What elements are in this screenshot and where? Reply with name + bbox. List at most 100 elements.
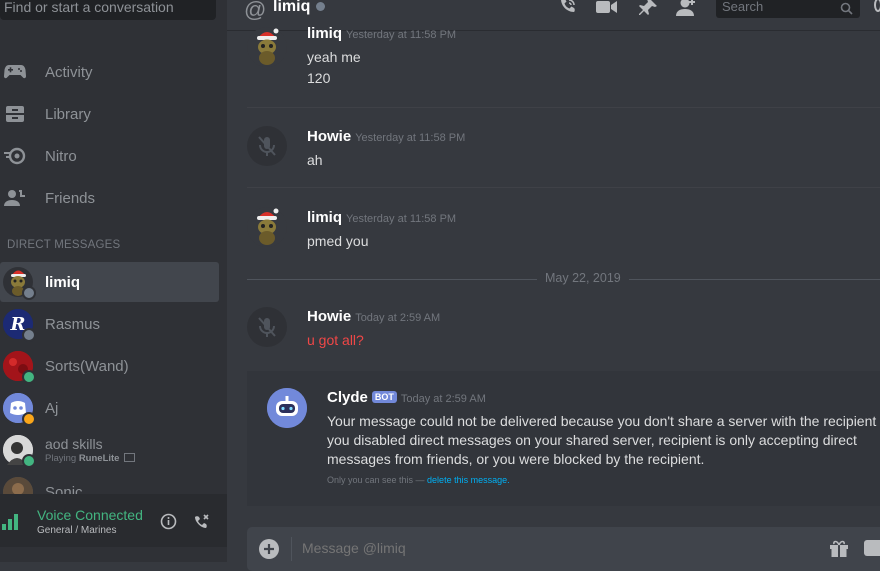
delete-message-link[interactable]: delete this message. bbox=[427, 475, 510, 485]
online-status-icon bbox=[22, 454, 36, 468]
composer-divider bbox=[291, 537, 292, 561]
idle-status-icon bbox=[22, 412, 36, 426]
clyde-system-message: Clyde BOT Today at 2:59 AM Your message co… bbox=[247, 371, 880, 506]
date-separator: May 22, 2019 bbox=[247, 271, 880, 285]
message-divider bbox=[247, 107, 880, 108]
dm-name: Aj bbox=[45, 399, 59, 417]
voice-status-title: Voice Connected bbox=[37, 507, 143, 523]
disconnect-call-icon[interactable] bbox=[192, 513, 210, 536]
message-header: Howie Yesterday at 11:58 PM bbox=[307, 128, 465, 146]
avatar bbox=[3, 351, 36, 384]
avatar[interactable] bbox=[247, 307, 287, 347]
dm-text: aod skills Playing RuneLite bbox=[45, 436, 136, 464]
message-text: yeah me bbox=[307, 49, 361, 65]
message-header: limiq Yesterday at 11:58 PM bbox=[307, 209, 456, 227]
search-icon bbox=[840, 0, 853, 24]
nav-item-nitro[interactable]: Nitro bbox=[0, 137, 219, 175]
dm-activity: Playing RuneLite bbox=[45, 453, 136, 464]
gift-icon[interactable] bbox=[829, 538, 849, 563]
online-status-icon bbox=[22, 370, 36, 384]
avatar bbox=[3, 435, 36, 468]
avatar bbox=[3, 267, 36, 300]
date-separator-label: May 22, 2019 bbox=[537, 271, 629, 285]
message-author[interactable]: limiq bbox=[307, 209, 342, 226]
nav-label: Nitro bbox=[45, 147, 77, 165]
rich-presence-icon bbox=[124, 453, 136, 462]
dm-item-sorts-wand[interactable]: Sorts(Wand) bbox=[0, 346, 219, 386]
message-text: ah bbox=[307, 152, 323, 168]
activity-game: RuneLite bbox=[78, 453, 120, 464]
message-timestamp: Today at 2:59 AM bbox=[355, 312, 441, 324]
avatar[interactable] bbox=[247, 27, 287, 67]
message-search-input[interactable]: Search bbox=[716, 0, 860, 18]
voice-channel-path: General / Marines bbox=[37, 525, 117, 536]
add-friend-icon[interactable] bbox=[675, 0, 697, 18]
message-composer bbox=[247, 527, 880, 571]
nav-item-friends[interactable]: Friends bbox=[0, 179, 219, 217]
message-timestamp: Yesterday at 11:58 PM bbox=[346, 213, 457, 225]
nitro-icon bbox=[4, 145, 26, 167]
failed-message-text: u got all? bbox=[307, 332, 364, 348]
avatar[interactable] bbox=[247, 207, 287, 247]
message-input[interactable] bbox=[302, 540, 752, 556]
offline-status-icon bbox=[22, 328, 36, 342]
message-text: you disabled direct messages on your sha… bbox=[327, 432, 857, 448]
clyde-avatar bbox=[267, 388, 307, 428]
dm-name: aod skills bbox=[45, 436, 103, 452]
at-sign-icon: @ bbox=[244, 0, 267, 22]
conversation-search-input[interactable]: Find or start a conversation bbox=[0, 0, 216, 20]
connection-info-icon[interactable] bbox=[160, 513, 177, 535]
gamepad-icon bbox=[4, 61, 26, 83]
signal-strength-icon bbox=[2, 508, 22, 537]
offline-status-icon bbox=[22, 286, 36, 300]
bot-tag: BOT bbox=[371, 391, 397, 403]
message-author[interactable]: Howie bbox=[307, 128, 351, 145]
message-timestamp: Today at 2:59 AM bbox=[400, 393, 486, 405]
video-call-icon[interactable] bbox=[596, 0, 618, 18]
upload-plus-icon[interactable] bbox=[259, 539, 279, 559]
friends-icon bbox=[4, 187, 26, 209]
channel-title: limiq bbox=[273, 0, 311, 15]
sidebar: Find or start a conversation Activity Li… bbox=[0, 0, 227, 562]
message-text: Your message could not be delivered beca… bbox=[327, 413, 880, 429]
dm-name: limiq bbox=[45, 273, 81, 291]
dm-item-aod-skills[interactable]: aod skills Playing RuneLite bbox=[0, 430, 219, 470]
ephemeral-note-text: Only you can see this — bbox=[327, 475, 428, 485]
message-divider bbox=[247, 187, 880, 188]
dm-item-rasmus[interactable]: R Rasmus bbox=[0, 304, 219, 344]
offline-status-icon bbox=[316, 2, 325, 11]
message-header: limiq Yesterday at 11:58 PM bbox=[307, 25, 456, 43]
avatar: R bbox=[3, 309, 36, 342]
message-header: Clyde BOT Today at 2:59 AM bbox=[327, 389, 486, 406]
library-icon bbox=[4, 103, 26, 125]
nav-item-library[interactable]: Library bbox=[0, 95, 219, 133]
search-placeholder: Search bbox=[722, 0, 764, 14]
nav-label: Activity bbox=[45, 63, 93, 81]
nav-item-activity[interactable]: Activity bbox=[0, 53, 219, 91]
pin-icon[interactable] bbox=[637, 0, 659, 18]
message-text: pmed you bbox=[307, 233, 369, 249]
message-timestamp: Yesterday at 11:58 PM bbox=[355, 132, 466, 144]
dm-item-aj[interactable]: Aj bbox=[0, 388, 219, 428]
voice-connected-panel: Voice Connected General / Marines bbox=[0, 494, 227, 547]
nav-label: Friends bbox=[45, 189, 96, 207]
inbox-icon[interactable] bbox=[874, 0, 880, 12]
message-author[interactable]: Clyde bbox=[327, 389, 368, 406]
dm-item-limiq[interactable]: limiq bbox=[0, 262, 219, 302]
message-text: 120 bbox=[307, 70, 331, 86]
nav-label: Library bbox=[45, 105, 91, 123]
ephemeral-note: Only you can see this — delete this mess… bbox=[327, 475, 510, 485]
avatar[interactable] bbox=[247, 126, 287, 166]
voice-call-icon[interactable] bbox=[556, 0, 578, 18]
activity-prefix: Playing bbox=[45, 453, 77, 464]
avatar bbox=[3, 393, 36, 426]
message-text: messages from friends, or you were block… bbox=[327, 451, 705, 467]
message-header: Howie Today at 2:59 AM bbox=[307, 308, 440, 326]
message-timestamp: Yesterday at 11:58 PM bbox=[346, 29, 457, 41]
gif-icon[interactable] bbox=[864, 540, 880, 556]
dm-name: Rasmus bbox=[45, 315, 101, 333]
direct-messages-header: DIRECT MESSAGES bbox=[7, 239, 121, 251]
dm-name: Sorts(Wand) bbox=[45, 357, 129, 375]
message-author[interactable]: Howie bbox=[307, 308, 351, 325]
message-author[interactable]: limiq bbox=[307, 25, 342, 42]
